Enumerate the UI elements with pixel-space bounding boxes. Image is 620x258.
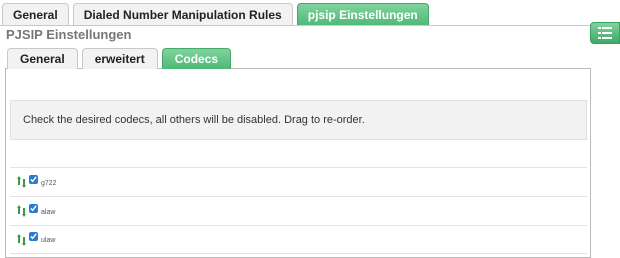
top-tab-bar: General Dialed Number Manipulation Rules…	[2, 3, 433, 26]
tab-inner-general[interactable]: General	[7, 48, 78, 69]
up-down-arrows-icon[interactable]	[17, 176, 26, 188]
codec-checkbox-alaw[interactable]	[29, 203, 38, 213]
tab-codecs[interactable]: Codecs	[161, 48, 232, 69]
codec-label: ulaw	[41, 237, 56, 244]
codec-checkbox-ulaw[interactable]	[29, 232, 38, 241]
codec-label: g722	[41, 179, 57, 187]
tab-bar-divider	[0, 25, 592, 26]
up-down-arrows-icon[interactable]	[17, 233, 26, 246]
codec-list: g722 alaw ulaw	[10, 167, 587, 254]
list-item: g722	[10, 167, 587, 196]
tab-pjsip-einstellungen[interactable]: pjsip Einstellungen	[296, 3, 429, 26]
list-toggle-button[interactable]	[590, 22, 620, 44]
tab-dialed-number-manipulation-rules[interactable]: Dialed Number Manipulation Rules	[72, 3, 293, 26]
section-title: PJSIP Einstellungen	[6, 27, 132, 42]
inner-tab-bar: General erweitert Codecs	[7, 48, 235, 69]
codec-checkbox-g722[interactable]	[29, 174, 38, 184]
codecs-instruction: Check the desired codecs, all others wil…	[10, 100, 587, 140]
tab-general[interactable]: General	[2, 3, 69, 26]
codecs-instruction-text: Check the desired codecs, all others wil…	[23, 114, 365, 126]
list-icon	[598, 27, 612, 39]
list-item: ulaw	[10, 225, 587, 254]
tab-erweitert[interactable]: erweitert	[81, 48, 158, 69]
list-item: alaw	[10, 196, 587, 225]
codec-label: alaw	[41, 208, 56, 216]
up-down-arrows-icon[interactable]	[17, 205, 26, 217]
